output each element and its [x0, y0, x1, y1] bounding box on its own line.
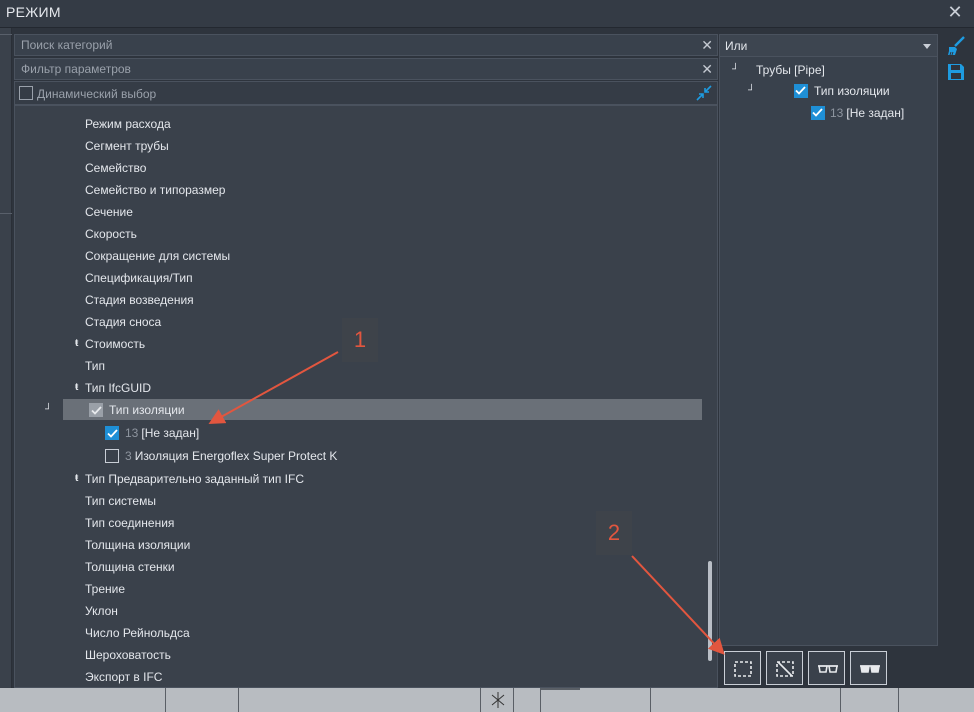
checkbox-unchecked[interactable] [105, 449, 119, 463]
window-title: РЕЖИМ [6, 4, 61, 20]
select-region-button[interactable] [724, 651, 761, 685]
value-label: [Не задан] [141, 426, 200, 440]
isolate-filled-button[interactable] [850, 651, 887, 685]
tree-scrollbar[interactable] [708, 561, 712, 661]
tree-item-expandable[interactable]: ŧ Тип IfcGUID [15, 377, 717, 399]
clear-filter-icon[interactable]: ✕ [701, 61, 713, 77]
select-region-icon [734, 661, 752, 677]
tree-item[interactable]: Тип системы [15, 490, 717, 512]
expand-icon[interactable]: ŧ [75, 333, 78, 355]
parameter-filter-input[interactable] [15, 59, 717, 79]
dynamic-select-row: Динамический выбор [14, 81, 718, 105]
brush-icon[interactable] [946, 36, 966, 56]
glasses-outline-icon [818, 665, 838, 673]
dynamic-select-label: Динамический выбор [37, 87, 157, 101]
tree-item[interactable]: Трение [15, 578, 717, 600]
annotation-callout-1: 1 [342, 318, 378, 362]
tree-item[interactable]: Толщина стенки [15, 556, 717, 578]
deselect-region-button[interactable] [766, 651, 803, 685]
tree-item-selected[interactable]: ┘ Тип изоляции [15, 399, 717, 421]
value-count: 13 [830, 106, 844, 120]
tree-item[interactable]: Семейство и типоразмер [15, 179, 717, 201]
tree-item[interactable]: Стадия возведения [15, 289, 717, 311]
tree-item[interactable]: Скорость [15, 223, 717, 245]
isolate-button[interactable] [808, 651, 845, 685]
annotation-callout-2: 2 [596, 511, 632, 555]
expand-icon[interactable]: ŧ [75, 377, 78, 399]
active-filters-panel: Или ┘ Трубы [Pipe] ┘ Тип изоляции 13 [Не … [719, 34, 938, 646]
crosshair-icon [491, 692, 505, 708]
deselect-region-icon [776, 661, 794, 677]
value-label: [Не задан] [846, 106, 905, 120]
value-count: 3 [125, 449, 132, 463]
chevron-down-icon[interactable] [923, 44, 931, 49]
title-bar: РЕЖИМ ✕ [0, 0, 974, 28]
tree-item[interactable]: Семейство [15, 157, 717, 179]
checkbox-checked[interactable] [811, 106, 825, 120]
tree-item[interactable]: Сечение [15, 201, 717, 223]
tree-item[interactable]: Сокращение для системы [15, 245, 717, 267]
category-search-input[interactable] [15, 35, 717, 55]
category-search-field[interactable]: ✕ [14, 34, 718, 56]
glasses-filled-icon [860, 665, 880, 673]
tree-item[interactable]: Спецификация/Тип [15, 267, 717, 289]
background-drawing-strip [0, 688, 974, 712]
collapse-icon[interactable]: ┘ [732, 60, 739, 80]
logic-operator-dropdown[interactable]: Или [720, 35, 937, 57]
tree-item[interactable]: Сегмент трубы [15, 135, 717, 157]
close-icon[interactable]: ✕ [946, 2, 964, 22]
collapse-icon[interactable]: ┘ [748, 81, 755, 101]
filter-category-label: Трубы [Pipe] [756, 63, 825, 77]
logic-operator-value: Или [725, 39, 748, 53]
expand-icon[interactable]: ŧ [75, 468, 78, 490]
collapse-icon[interactable]: ┘ [45, 399, 52, 421]
value-label: Изоляция Energoflex Super Protect K [134, 449, 338, 463]
tree-item[interactable]: Режим расхода [15, 113, 717, 135]
dynamic-select-checkbox[interactable] [19, 86, 33, 100]
tree-item[interactable]: Уклон [15, 600, 717, 622]
tree-item[interactable]: Число Рейнольдса [15, 622, 717, 644]
checkbox-checked[interactable] [105, 426, 119, 440]
tree-item[interactable]: Экспорт в IFC [15, 666, 717, 687]
parameter-tree: Режим расхода Сегмент трубы Семейство Се… [14, 105, 718, 688]
checkbox-checked[interactable] [794, 84, 808, 98]
tree-item[interactable]: Шероховатость [15, 644, 717, 666]
save-icon[interactable] [946, 62, 966, 82]
background-app-strip [0, 28, 12, 688]
value-count: 13 [125, 426, 139, 440]
tree-item-value[interactable]: 13 [Не задан] [15, 422, 717, 444]
checkbox-partial[interactable] [89, 403, 103, 417]
filter-parameter-label: Тип изоляции [814, 84, 890, 98]
tree-item-value[interactable]: 3 Изоляция Energoflex Super Protect K [15, 445, 717, 467]
tree-item-expandable[interactable]: ŧ Тип Предварительно заданный тип IFC [15, 468, 717, 490]
filter-dialog: ✕ ✕ Динамический выбор Режим расхода Сег… [12, 28, 974, 688]
clear-search-icon[interactable]: ✕ [701, 37, 713, 53]
collapse-all-icon[interactable] [695, 84, 713, 102]
parameter-filter-field[interactable]: ✕ [14, 58, 718, 80]
